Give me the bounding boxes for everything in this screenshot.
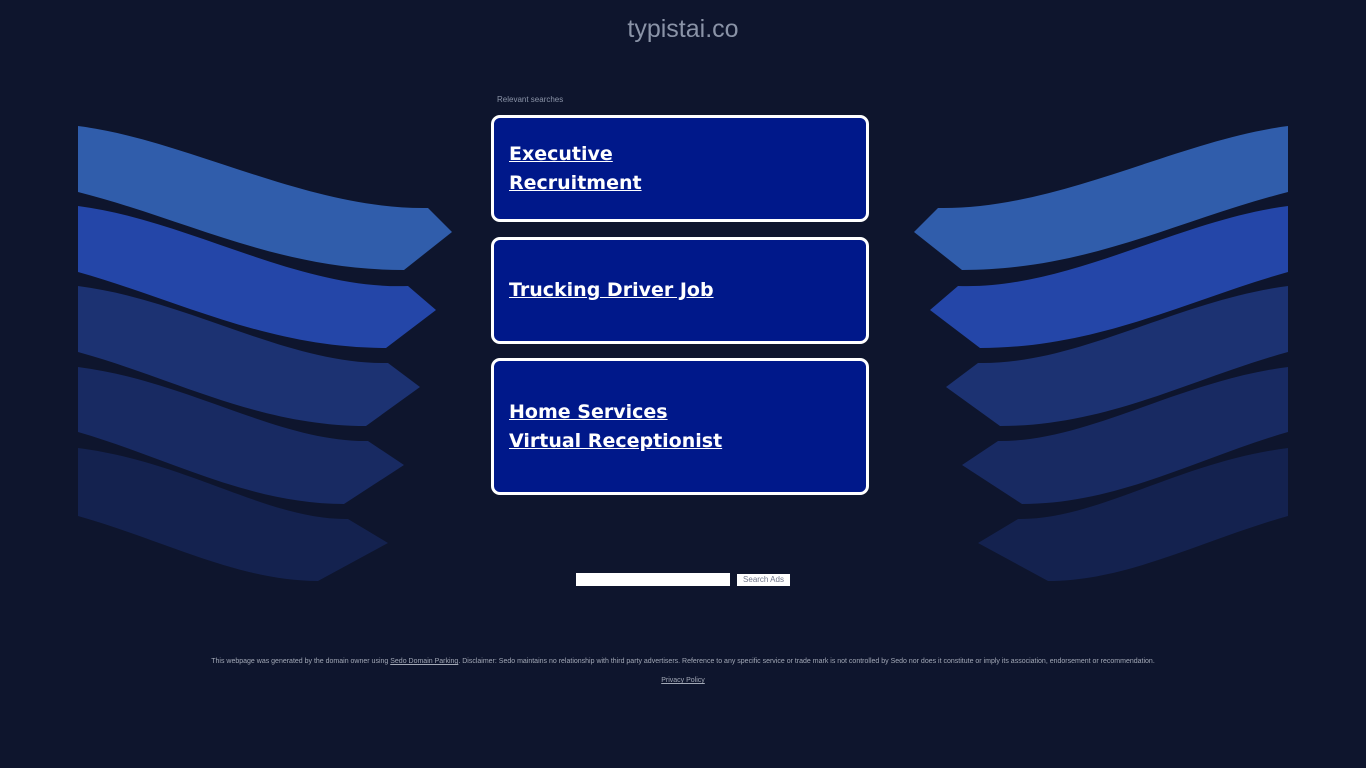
disclaimer-prefix: This webpage was generated by the domain… <box>211 658 391 665</box>
sedo-domain-parking-link[interactable]: Sedo Domain Parking <box>390 658 458 665</box>
footer-disclaimer: This webpage was generated by the domain… <box>0 658 1366 665</box>
search-input[interactable] <box>576 573 730 586</box>
ad-link-executive-recruitment[interactable]: Executive Recruitment <box>509 140 736 198</box>
ad-card-trucking-driver-job[interactable]: Trucking Driver Job <box>491 237 869 344</box>
ad-card-executive-recruitment[interactable]: Executive Recruitment <box>491 115 869 222</box>
ad-link-home-services-virtual-receptionist[interactable]: Home Services Virtual Receptionist <box>509 398 736 456</box>
ad-link-trucking-driver-job[interactable]: Trucking Driver Job <box>509 276 714 305</box>
disclaimer-suffix: . Disclaimer: Sedo maintains no relation… <box>458 658 1155 665</box>
right-wing-decoration <box>914 126 1288 581</box>
site-title: typistai.co <box>627 15 739 43</box>
relevant-searches-heading: Relevant searches <box>497 95 564 104</box>
footer-privacy: Privacy Policy <box>0 677 1366 684</box>
left-wing-decoration <box>78 126 452 581</box>
search-ads-button[interactable]: Search Ads <box>737 574 790 586</box>
privacy-policy-link[interactable]: Privacy Policy <box>661 677 705 684</box>
ad-card-home-services-virtual-receptionist[interactable]: Home Services Virtual Receptionist <box>491 358 869 495</box>
